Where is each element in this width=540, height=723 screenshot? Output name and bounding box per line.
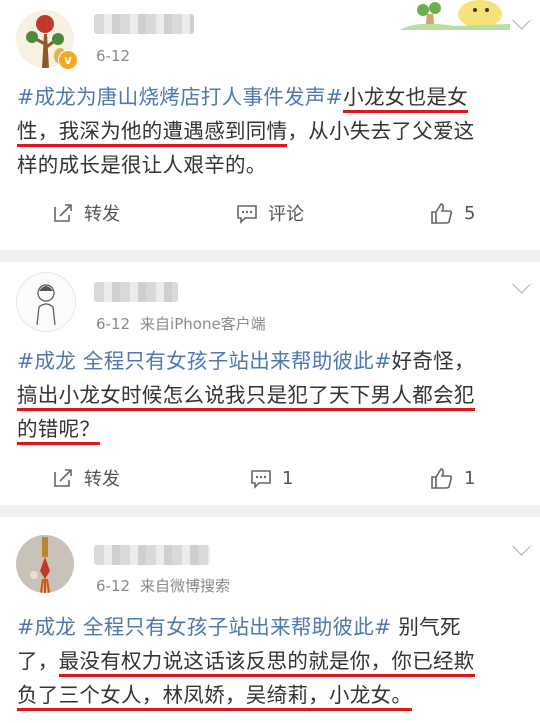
text-segment: ，从小失去了父爱这 <box>287 119 475 143</box>
avatar-charm-icon <box>16 535 74 593</box>
text-line: 的错呢？ <box>17 412 529 446</box>
post-meta: 6-12 来自微博搜索 <box>96 575 230 596</box>
hashtag-link[interactable]: #成龙 全程只有女孩子站出来帮助彼此# <box>17 349 392 373</box>
post-2: 6-12 来自iPhone客户端 #成龙 全程只有女孩子站出来帮助彼此#好奇怪， 搞… <box>0 262 540 507</box>
repost-icon <box>54 469 72 487</box>
post-text-1: #成龙为唐山烧烤店打人事件发声#小龙女也是女 性，我深为他的遭遇感到同情，从小失去… <box>17 80 529 182</box>
avatar-sketch-icon <box>17 273 75 331</box>
thumbs-up-icon <box>431 468 453 489</box>
username-blurred[interactable] <box>94 14 194 34</box>
repost-button[interactable]: 转发 <box>52 463 120 493</box>
username-blurred[interactable] <box>94 282 178 302</box>
avatar-3[interactable] <box>16 535 74 593</box>
repost-label: 转发 <box>84 204 120 225</box>
decoration-plant-icon <box>400 0 510 30</box>
hashtag-link[interactable]: #成龙 全程只有女孩子站出来帮助彼此# <box>17 615 392 639</box>
underlined-text: 最没有权力说这话该反思的就是你，你已经欺 <box>58 649 475 677</box>
comment-label: 评论 <box>268 204 304 225</box>
post-date: 6-12 <box>96 47 131 65</box>
comment-icon <box>237 205 257 224</box>
text-line: 样的成长是很让人艰辛的。 <box>17 148 529 182</box>
text-segment: 别气死 <box>391 615 461 639</box>
underlined-text: 小龙女也是女 <box>343 85 468 113</box>
post-date: 6-12 <box>96 577 131 595</box>
text-segment: 了， <box>17 649 59 673</box>
more-chevron-icon[interactable] <box>512 275 531 294</box>
text-line: 搞出小龙女时候怎么说我只是犯了天下男人都会犯 <box>17 378 529 412</box>
username-blurred[interactable] <box>94 545 210 565</box>
like-button[interactable]: 1 <box>430 463 475 493</box>
action-bar-2: 转发 1 1 <box>0 463 540 493</box>
hashtag-link[interactable]: #成龙为唐山烧烤店打人事件发声# <box>17 85 343 109</box>
post-meta: 6-12 来自iPhone客户端 <box>96 313 266 334</box>
post-date: 6-12 <box>96 315 131 333</box>
comment-button[interactable]: 1 <box>250 463 293 493</box>
avatar-2[interactable] <box>16 272 76 332</box>
separator <box>0 505 540 517</box>
underlined-text: 的错呢？ <box>17 417 101 445</box>
post-1: v 6-12 #成龙为唐山烧烤店打人事件发声#小龙女也是女 性，我深为他的遭遇感到… <box>0 0 540 255</box>
post-text-2: #成龙 全程只有女孩子站出来帮助彼此#好奇怪， 搞出小龙女时候怎么说我只是犯了天下… <box>17 344 529 446</box>
like-count: 5 <box>464 202 476 224</box>
post-source: 来自微博搜索 <box>140 577 231 595</box>
thumbs-up-icon <box>431 203 453 224</box>
text-segment: 样的成长是很让人艰辛的。 <box>17 153 267 177</box>
more-chevron-icon[interactable] <box>512 537 531 556</box>
text-line: 性，我深为他的遭遇感到同情，从小失去了父爱这 <box>17 114 529 148</box>
like-count: 1 <box>464 467 476 489</box>
comment-icon <box>251 470 271 489</box>
repost-button[interactable]: 转发 <box>52 198 120 228</box>
verified-badge-icon: v <box>58 50 78 70</box>
underlined-text: 性，我深为他的遭遇感到同情 <box>17 119 288 147</box>
text-line: 了，最没有权力说这话该反思的就是你，你已经欺 <box>17 644 529 678</box>
separator <box>0 250 540 262</box>
repost-icon <box>54 204 72 222</box>
like-button[interactable]: 5 <box>430 198 475 228</box>
post-meta: 6-12 <box>96 47 130 65</box>
more-chevron-icon[interactable] <box>512 11 531 30</box>
comment-count: 1 <box>282 467 294 489</box>
post-text-3: #成龙 全程只有女孩子站出来帮助彼此# 别气死 了，最没有权力说这话该反思的就是你… <box>17 610 529 712</box>
post-3: 6-12 来自微博搜索 #成龙 全程只有女孩子站出来帮助彼此# 别气死 了，最没有权… <box>0 517 540 723</box>
post-source: 来自iPhone客户端 <box>140 315 266 333</box>
text-line: #成龙 全程只有女孩子站出来帮助彼此# 别气死 <box>17 610 529 644</box>
text-line: #成龙 全程只有女孩子站出来帮助彼此#好奇怪， <box>17 344 529 378</box>
repost-label: 转发 <box>84 469 120 490</box>
underlined-text: 搞出小龙女时候怎么说我只是犯了天下男人都会犯 <box>17 383 475 411</box>
action-bar-1: 转发 评论 5 <box>0 198 540 228</box>
text-line: 负了三个女人，林凤娇，吴绮莉，小龙女。 <box>17 678 529 712</box>
underlined-text: 负了三个女人，林凤娇，吴绮莉，小龙女。 <box>17 683 413 711</box>
text-line: #成龙为唐山烧烤店打人事件发声#小龙女也是女 <box>17 80 529 114</box>
comment-button[interactable]: 评论 <box>236 198 304 228</box>
text-segment: 好奇怪， <box>391 349 475 373</box>
